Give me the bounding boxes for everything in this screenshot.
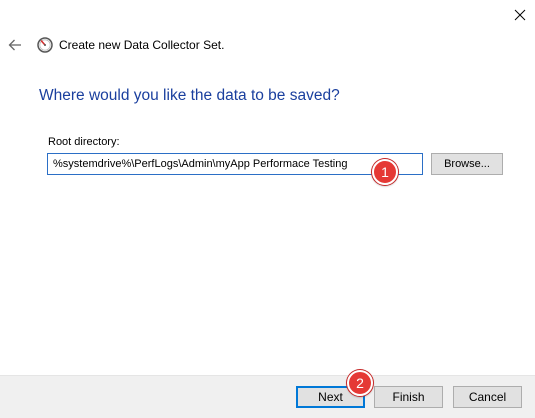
page-heading: Where would you like the data to be save…: [39, 87, 340, 104]
performance-monitor-icon: [37, 37, 53, 53]
root-directory-label: Root directory:: [48, 136, 120, 148]
back-button[interactable]: [5, 35, 25, 55]
step-2-badge: 2: [347, 370, 373, 396]
window-title: Create new Data Collector Set.: [59, 38, 225, 52]
step-1-badge: 1: [372, 159, 398, 185]
back-arrow-icon: [8, 39, 21, 51]
close-icon: [514, 9, 525, 21]
browse-button[interactable]: Browse...: [431, 153, 503, 175]
wizard-window: Create new Data Collector Set. Where wou…: [0, 0, 535, 418]
close-button[interactable]: [504, 0, 535, 30]
finish-button[interactable]: Finish: [374, 386, 443, 408]
root-directory-input[interactable]: [47, 153, 423, 175]
cancel-button[interactable]: Cancel: [453, 386, 522, 408]
